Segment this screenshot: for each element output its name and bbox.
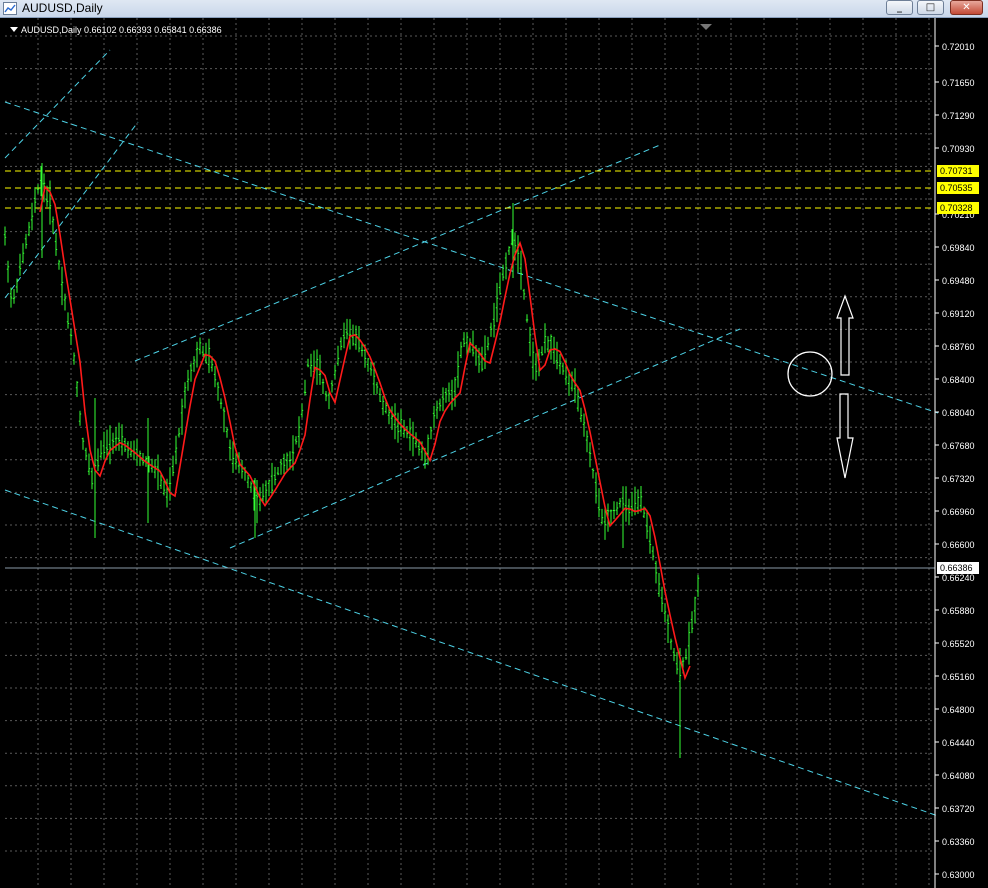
price-tick-label: 0.67680 bbox=[942, 441, 975, 451]
lower-descending-trendline[interactable] bbox=[4, 489, 939, 817]
chart-canvas[interactable]: 0.720100.716500.712900.709300.702100.698… bbox=[0, 18, 988, 888]
symbol-info: AUDUSD,Daily 0.66102 0.66393 0.65841 0.6… bbox=[10, 25, 222, 35]
price-tick-label: 0.66240 bbox=[942, 573, 975, 583]
window-titlebar: AUDUSD,Daily _ □ ✕ bbox=[0, 0, 988, 18]
price-tick-label: 0.69840 bbox=[942, 243, 975, 253]
restore-icon: □ bbox=[925, 2, 936, 13]
price-tick-label: 0.71290 bbox=[942, 111, 975, 121]
current-price-label-box: 0.66386 bbox=[937, 562, 979, 574]
arrow-up-icon[interactable] bbox=[836, 294, 854, 376]
level-price-label: 0.70328 bbox=[940, 203, 973, 213]
short-channel-line-high[interactable] bbox=[4, 49, 111, 159]
price-tick-label: 0.71650 bbox=[942, 78, 975, 88]
upper-descending-trendline[interactable] bbox=[4, 101, 939, 414]
level-price-label: 0.70731 bbox=[940, 166, 973, 176]
minimize-button[interactable]: _ bbox=[886, 0, 913, 15]
arrow-down-icon[interactable] bbox=[836, 393, 854, 479]
price-tick-label: 0.64440 bbox=[942, 738, 975, 748]
price-tick-label: 0.64080 bbox=[942, 771, 975, 781]
price-tick-label: 0.63000 bbox=[942, 870, 975, 880]
price-tick-label: 0.68400 bbox=[942, 375, 975, 385]
restore-button[interactable]: □ bbox=[917, 0, 944, 15]
price-tick-label: 0.69480 bbox=[942, 276, 975, 286]
trendlines[interactable] bbox=[4, 49, 939, 817]
current-price-label: 0.66386 bbox=[940, 563, 973, 573]
price-tick-label: 0.63720 bbox=[942, 804, 975, 814]
chart-shift-marker-icon[interactable] bbox=[700, 24, 712, 30]
symbol-info-text: AUDUSD,Daily 0.66102 0.66393 0.65841 0.6… bbox=[21, 25, 222, 35]
price-tick-label: 0.66600 bbox=[942, 540, 975, 550]
price-tick-label: 0.63360 bbox=[942, 837, 975, 847]
price-tick-label: 0.65520 bbox=[942, 639, 975, 649]
price-tick-label: 0.69120 bbox=[942, 309, 975, 319]
price-chart[interactable]: 0.72010 0.71650 0.71290 0.70930 0.70210 0.698… bbox=[0, 18, 988, 888]
chart-window-icon bbox=[3, 2, 17, 15]
price-tick-label: 0.64800 bbox=[942, 705, 975, 715]
price-tick-label: 0.65160 bbox=[942, 672, 975, 682]
close-icon: ✕ bbox=[962, 2, 971, 13]
chart-grid bbox=[5, 18, 935, 888]
price-tick-label: 0.65880 bbox=[942, 606, 975, 616]
window-title: AUDUSD,Daily bbox=[22, 1, 103, 15]
dropdown-triangle-icon bbox=[10, 27, 18, 32]
price-tick-label: 0.66960 bbox=[942, 507, 975, 517]
circle-annotation[interactable] bbox=[787, 351, 833, 397]
minimize-icon: _ bbox=[897, 2, 902, 13]
upper-channel-line[interactable] bbox=[134, 144, 661, 362]
level-price-label: 0.70535 bbox=[940, 183, 973, 193]
price-tick-label: 0.70930 bbox=[942, 144, 975, 154]
horizontal-levels[interactable] bbox=[5, 170, 935, 209]
close-button[interactable]: ✕ bbox=[950, 0, 983, 15]
price-tick-label: 0.72010 bbox=[942, 42, 975, 52]
level-price-labels: 0.70731 0.70535 0.70328 bbox=[937, 165, 979, 214]
annotation-shapes[interactable] bbox=[787, 294, 854, 479]
price-tick-label: 0.68040 bbox=[942, 408, 975, 418]
price-tick-label: 0.67320 bbox=[942, 474, 975, 484]
price-tick-label: 0.68760 bbox=[942, 342, 975, 352]
